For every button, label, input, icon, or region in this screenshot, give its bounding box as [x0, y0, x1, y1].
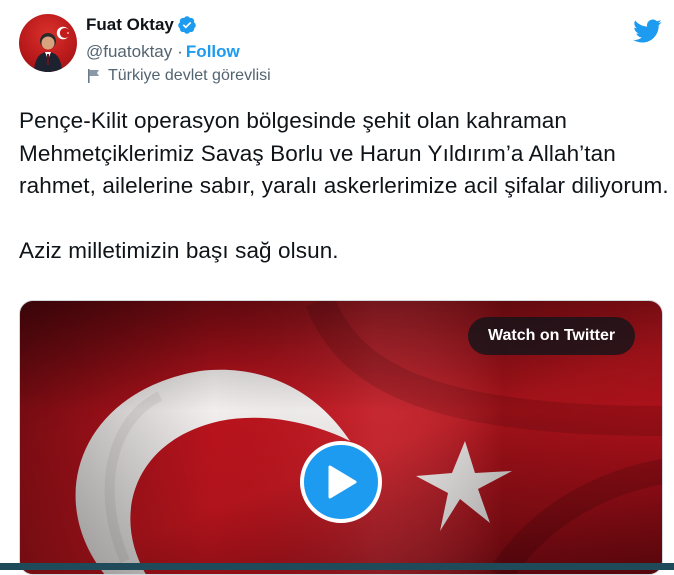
government-flag-icon — [88, 69, 99, 83]
play-icon — [328, 465, 357, 499]
tweet-text: Pençe-Kilit operasyon bölgesinde şehit o… — [19, 108, 669, 263]
verified-badge-icon — [178, 16, 196, 34]
author-name-row: Fuat Oktay — [86, 15, 197, 35]
author-handle[interactable]: @fuatoktay — [86, 42, 172, 62]
account-label: Türkiye devlet görevlisi — [108, 67, 271, 84]
account-label-row: Türkiye devlet görevlisi — [86, 67, 271, 85]
avatar-crescent-icon — [56, 26, 70, 40]
author-handle-row: @fuatoktay · Follow — [86, 42, 240, 62]
bottom-edge-bar — [0, 563, 674, 570]
author-name[interactable]: Fuat Oktay — [86, 15, 174, 35]
video-media-card[interactable]: Watch on Twitter — [19, 300, 663, 575]
avatar[interactable] — [19, 14, 77, 72]
play-button[interactable] — [300, 441, 382, 523]
watch-on-twitter-button[interactable]: Watch on Twitter — [468, 317, 636, 355]
twitter-bird-icon[interactable] — [632, 18, 662, 44]
watch-on-twitter-label: Watch on Twitter — [488, 327, 616, 344]
follow-button[interactable]: Follow — [186, 42, 240, 62]
separator-dot: · — [177, 42, 183, 61]
